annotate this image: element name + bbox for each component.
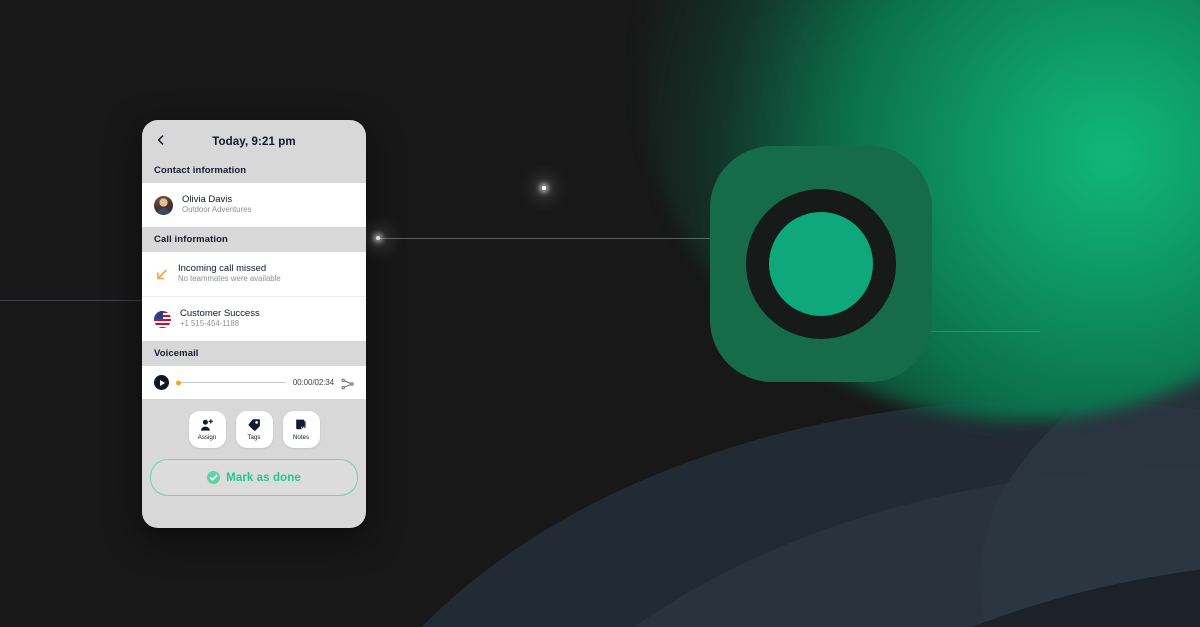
call-number-text: Customer Success +1 515-454-1188 — [180, 307, 260, 330]
tags-button[interactable]: Tags — [235, 411, 273, 448]
connector-line-left — [0, 300, 142, 301]
call-status-subtitle: No teammates were available — [178, 274, 281, 284]
background-arc-3 — [620, 560, 1200, 627]
tags-label: Tags — [247, 434, 261, 441]
call-detail-card: Today, 9:21 pm Contact information Olivi… — [142, 120, 366, 528]
background-arc-4 — [980, 300, 1200, 627]
section-label-voicemail: Voicemail — [142, 341, 366, 366]
contact-company: Outdoor Adventures — [182, 205, 252, 215]
call-missed-incoming-icon — [154, 267, 169, 282]
glow-dot-card-edge — [376, 236, 380, 240]
mark-as-done-label: Mark as done — [226, 471, 301, 484]
connector-line-top — [378, 238, 752, 239]
voicemail-progress-slider[interactable] — [176, 378, 286, 388]
contact-row-text: Olivia Davis Outdoor Adventures — [182, 193, 252, 216]
notes-label: Notes — [292, 434, 310, 441]
notes-icon — [294, 418, 308, 432]
call-status-title: Incoming call missed — [178, 262, 267, 274]
contact-name: Olivia Davis — [182, 193, 233, 205]
logo-core — [769, 212, 873, 316]
section-label-contact: Contact information — [142, 158, 366, 183]
us-flag-icon — [154, 310, 171, 328]
check-circle-icon — [207, 471, 221, 484]
quick-action-row: Assign Tags Notes — [188, 411, 320, 448]
card-actions: Assign Tags Notes Mark as done — [142, 399, 366, 506]
assign-user-icon — [200, 418, 214, 432]
call-phone-number: +1 515-454-1188 — [180, 319, 240, 329]
progress-track — [176, 381, 286, 384]
assign-label: Assign — [197, 434, 217, 441]
call-number-row[interactable]: Customer Success +1 515-454-1188 — [142, 296, 366, 341]
screenshot-stage: Today, 9:21 pm Contact information Olivi… — [0, 0, 1200, 627]
call-status-text: Incoming call missed No teammates were a… — [178, 262, 281, 285]
contact-row[interactable]: Olivia Davis Outdoor Adventures — [142, 183, 366, 227]
tag-icon — [247, 418, 261, 432]
assign-button[interactable]: Assign — [188, 411, 226, 448]
logo-ring — [746, 189, 896, 339]
avatar — [154, 195, 173, 215]
voicemail-player: 00:00/02:34 — [142, 366, 366, 399]
app-logo — [710, 146, 932, 382]
play-icon[interactable] — [154, 375, 169, 390]
chevron-left-icon[interactable] — [155, 133, 167, 145]
mark-as-done-button[interactable]: Mark as done — [150, 459, 358, 496]
progress-handle[interactable] — [176, 380, 181, 385]
card-header: Today, 9:21 pm — [142, 120, 366, 158]
section-label-call: Call information — [142, 227, 366, 252]
notes-button[interactable]: Notes — [282, 411, 320, 448]
page-title: Today, 9:21 pm — [212, 136, 296, 148]
call-team-name: Customer Success — [180, 307, 260, 319]
call-status-row[interactable]: Incoming call missed No teammates were a… — [142, 252, 366, 296]
glow-dot-center — [542, 186, 546, 190]
background-arc-2 — [430, 470, 1200, 627]
background-arc-1 — [300, 400, 1200, 627]
voicemail-time: 00:00/02:34 — [292, 378, 334, 387]
playback-speed-icon[interactable] — [341, 377, 354, 389]
